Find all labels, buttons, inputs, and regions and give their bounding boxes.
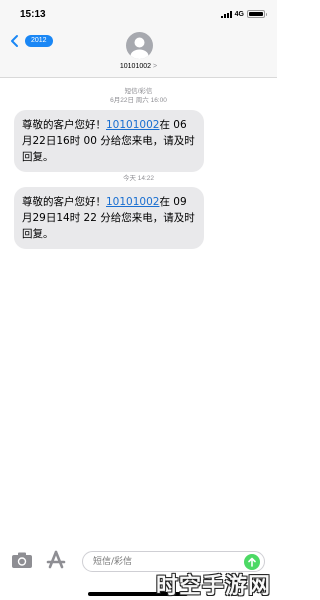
message-meta-1: 短信/彩信 6月22日 周六 16:00	[0, 87, 277, 105]
battery-icon	[247, 10, 267, 18]
appstore-icon[interactable]	[45, 550, 67, 570]
send-arrow-icon	[248, 557, 256, 567]
message-bubble-2[interactable]: 尊敬的客户您好！10101002在 09 月29日14时 22 分给您来电，请及…	[14, 187, 204, 249]
status-bar: 15:13 4G	[0, 0, 277, 24]
phone-number-link[interactable]: 10101002	[106, 196, 159, 208]
conversation-header: 2012 10101002 >	[0, 24, 277, 78]
message-text: 尊敬的客户您好！	[22, 119, 106, 131]
message-bubble-1[interactable]: 尊敬的客户您好！10101002在 06 月22日16时 00 分给您来电，请及…	[14, 110, 204, 172]
message-text: 尊敬的客户您好！	[22, 196, 106, 208]
phone-number-link[interactable]: 10101002	[106, 119, 159, 131]
message-timestamp: 今天 14:22	[122, 175, 155, 182]
watermark-text: 时空手游网	[155, 574, 271, 599]
camera-icon[interactable]	[11, 551, 33, 569]
contact-number: 10101002	[119, 63, 152, 70]
network-label: 4G	[234, 10, 244, 18]
back-button[interactable]: 2012	[8, 34, 53, 48]
status-indicators: 4G	[220, 10, 267, 18]
contact-chevron-icon: >	[153, 63, 158, 70]
message-type-label: 短信/彩信	[124, 88, 153, 95]
contact-avatar-icon[interactable]	[126, 32, 153, 59]
status-time: 15:13	[20, 9, 46, 20]
contact-name[interactable]: 10101002 >	[0, 63, 277, 70]
back-chevron-icon	[11, 35, 18, 47]
signal-icon	[220, 10, 232, 18]
unread-count-badge: 2012	[25, 35, 53, 47]
message-meta-2: 今天 14:22	[0, 174, 277, 183]
message-timestamp: 6月22日 周六 16:00	[110, 97, 167, 104]
